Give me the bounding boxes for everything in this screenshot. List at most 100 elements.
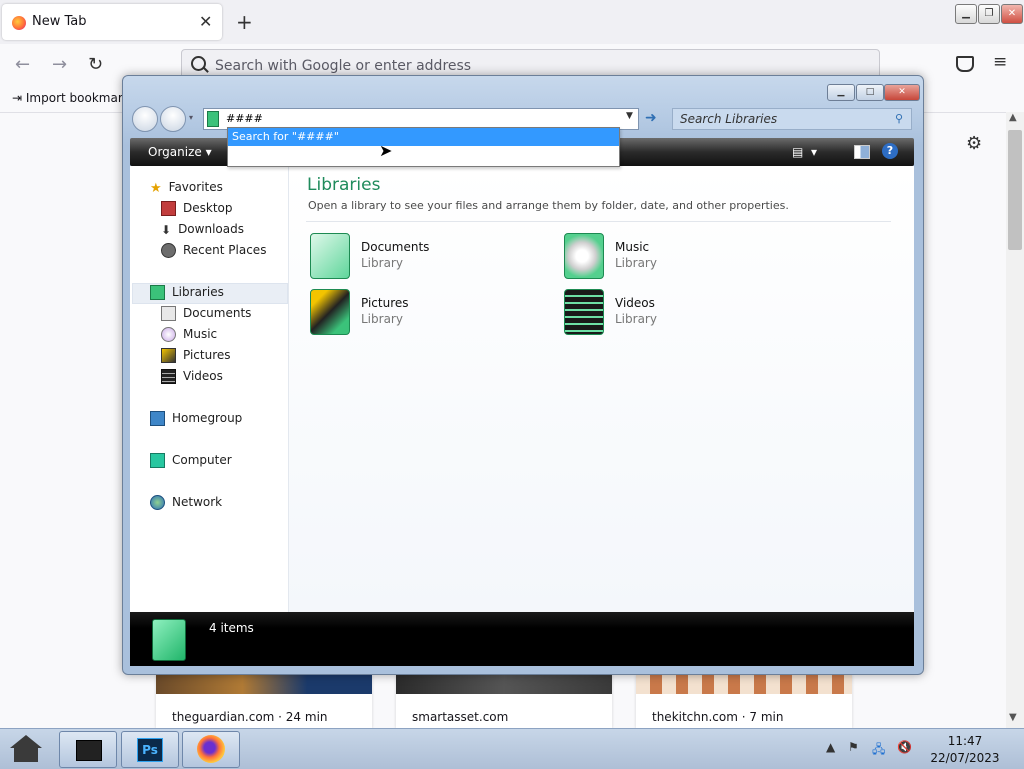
nav-desktop[interactable]: Desktop [161,201,233,216]
top-site-card[interactable]: smartasset.com [396,674,612,728]
nav-libraries[interactable]: Libraries [150,285,224,300]
volume-muted-icon[interactable]: 🔇 [897,740,912,754]
reload-icon[interactable]: ↻ [88,54,103,75]
nav-desktop-label: Desktop [183,201,233,215]
library-item-documents[interactable] [310,233,350,279]
nav-videos-label: Videos [183,369,223,383]
nav-network[interactable]: Network [150,495,222,510]
top-site-card[interactable]: thekitchn.com · 7 min [636,674,852,728]
back-arrow-icon[interactable]: ← [15,54,30,75]
menu-hamburger-icon[interactable]: ≡ [993,52,1007,72]
videos-icon [161,369,176,384]
nav-downloads-label: Downloads [178,222,244,236]
nav-recent-places-label: Recent Places [183,243,267,257]
scrollbar-thumb[interactable] [1008,130,1022,250]
explorer-maximize-icon[interactable]: □ [856,84,884,101]
nav-computer-label: Computer [172,453,232,467]
screen-capture-icon [76,740,102,761]
recent-pages-icon[interactable]: ▾ [189,113,193,122]
nav-homegroup-label: Homegroup [172,411,243,425]
search-icon [191,56,206,71]
organize-button[interactable]: Organize ▾ [148,145,212,159]
library-icon [207,111,219,127]
library-kind: Library [615,312,657,326]
firefox-icon [197,735,225,763]
close-tab-icon[interactable]: ✕ [199,12,212,31]
scroll-up-icon[interactable]: ▲ [1009,112,1017,123]
site-label: thekitchn.com · 7 min [652,710,784,724]
taskbar-app-screen-capture[interactable] [59,731,117,768]
library-kind: Library [361,256,403,270]
nav-music[interactable]: Music [161,327,217,342]
show-hidden-icons[interactable]: ▲ [826,740,835,754]
network-tray-icon[interactable]: 🖧 [872,740,885,761]
address-suggestion-dropdown[interactable]: Search for "####" [227,127,620,167]
site-label: theguardian.com · 24 min [172,710,328,724]
nav-documents[interactable]: Documents [161,306,251,321]
nav-favorites[interactable]: ★ Favorites [150,180,223,196]
explorer-forward-button[interactable] [160,106,186,132]
change-view-button[interactable]: ▤ ▾ [792,145,817,159]
computer-icon [150,453,165,468]
nav-network-label: Network [172,495,223,509]
mouse-cursor-icon: ➤ [379,141,393,160]
nav-pictures-label: Pictures [183,348,231,362]
start-home-icon[interactable] [6,731,46,765]
nav-recent-places[interactable]: Recent Places [161,243,266,258]
library-item-videos[interactable] [564,289,604,335]
explorer-minimize-icon[interactable]: ▁ [827,84,855,101]
library-kind: Library [615,256,657,270]
homegroup-icon [150,411,165,426]
pictures-icon [161,348,176,363]
suggestion-item[interactable]: Search for "####" [228,128,619,146]
nav-computer[interactable]: Computer [150,453,232,468]
nav-music-label: Music [183,327,218,341]
address-dropdown-icon[interactable]: ▼ [626,111,633,121]
preview-pane-icon[interactable] [854,145,870,159]
clock-date: 22/07/2023 [930,751,1000,765]
explorer-search-box[interactable]: Search Libraries ⚲ [672,108,912,130]
nav-videos[interactable]: Videos [161,369,223,384]
explorer-back-button[interactable] [132,106,158,132]
library-name: Videos [615,296,655,310]
minimize-icon[interactable]: ▁ [955,4,977,24]
library-icon [150,285,165,300]
pictures-library-icon [310,289,350,335]
search-icon[interactable]: ⚲ [895,112,903,125]
pocket-icon[interactable] [956,56,974,72]
action-center-flag-icon[interactable]: ⚑ [848,740,859,754]
restore-icon[interactable]: ❐ [978,4,1000,24]
library-name: Documents [361,240,430,254]
nav-downloads[interactable]: ⬇ Downloads [161,222,244,237]
nav-pictures[interactable]: Pictures [161,348,231,363]
nav-documents-label: Documents [183,306,252,320]
new-tab-button[interactable]: + [236,10,253,34]
gear-icon[interactable]: ⚙ [966,133,982,154]
firefox-favicon-icon [12,16,26,30]
import-icon: ⇥ [12,91,23,105]
music-icon [161,327,176,342]
star-icon: ★ [150,181,162,196]
import-bookmarks-button[interactable]: ⇥ Import bookmark [12,91,130,105]
taskbar-app-firefox[interactable] [182,731,240,768]
system-clock[interactable]: 11:47 22/07/2023 [930,733,1000,767]
address-value: #### [226,112,263,125]
scroll-down-icon[interactable]: ▼ [1009,712,1017,723]
taskbar-app-photoshop[interactable]: Ps [121,731,179,768]
download-icon: ⬇ [161,223,172,237]
help-icon[interactable]: ? [882,143,898,159]
recent-places-icon [161,243,176,258]
library-item-music[interactable] [564,233,604,279]
divider [306,221,891,222]
go-arrow-icon[interactable]: ➜ [645,110,657,126]
tab-new-tab[interactable]: New Tab ✕ [2,4,222,40]
library-item-pictures[interactable] [310,289,350,335]
clock-time: 11:47 [947,734,983,748]
top-site-card[interactable]: theguardian.com · 24 min [156,674,372,728]
page-description: Open a library to see your files and arr… [308,199,789,212]
forward-arrow-icon[interactable]: → [52,54,67,75]
nav-homegroup[interactable]: Homegroup [150,411,242,426]
close-window-icon[interactable]: ✕ [1001,4,1023,24]
explorer-close-icon[interactable]: ✕ [884,84,920,101]
music-library-icon [564,233,604,279]
